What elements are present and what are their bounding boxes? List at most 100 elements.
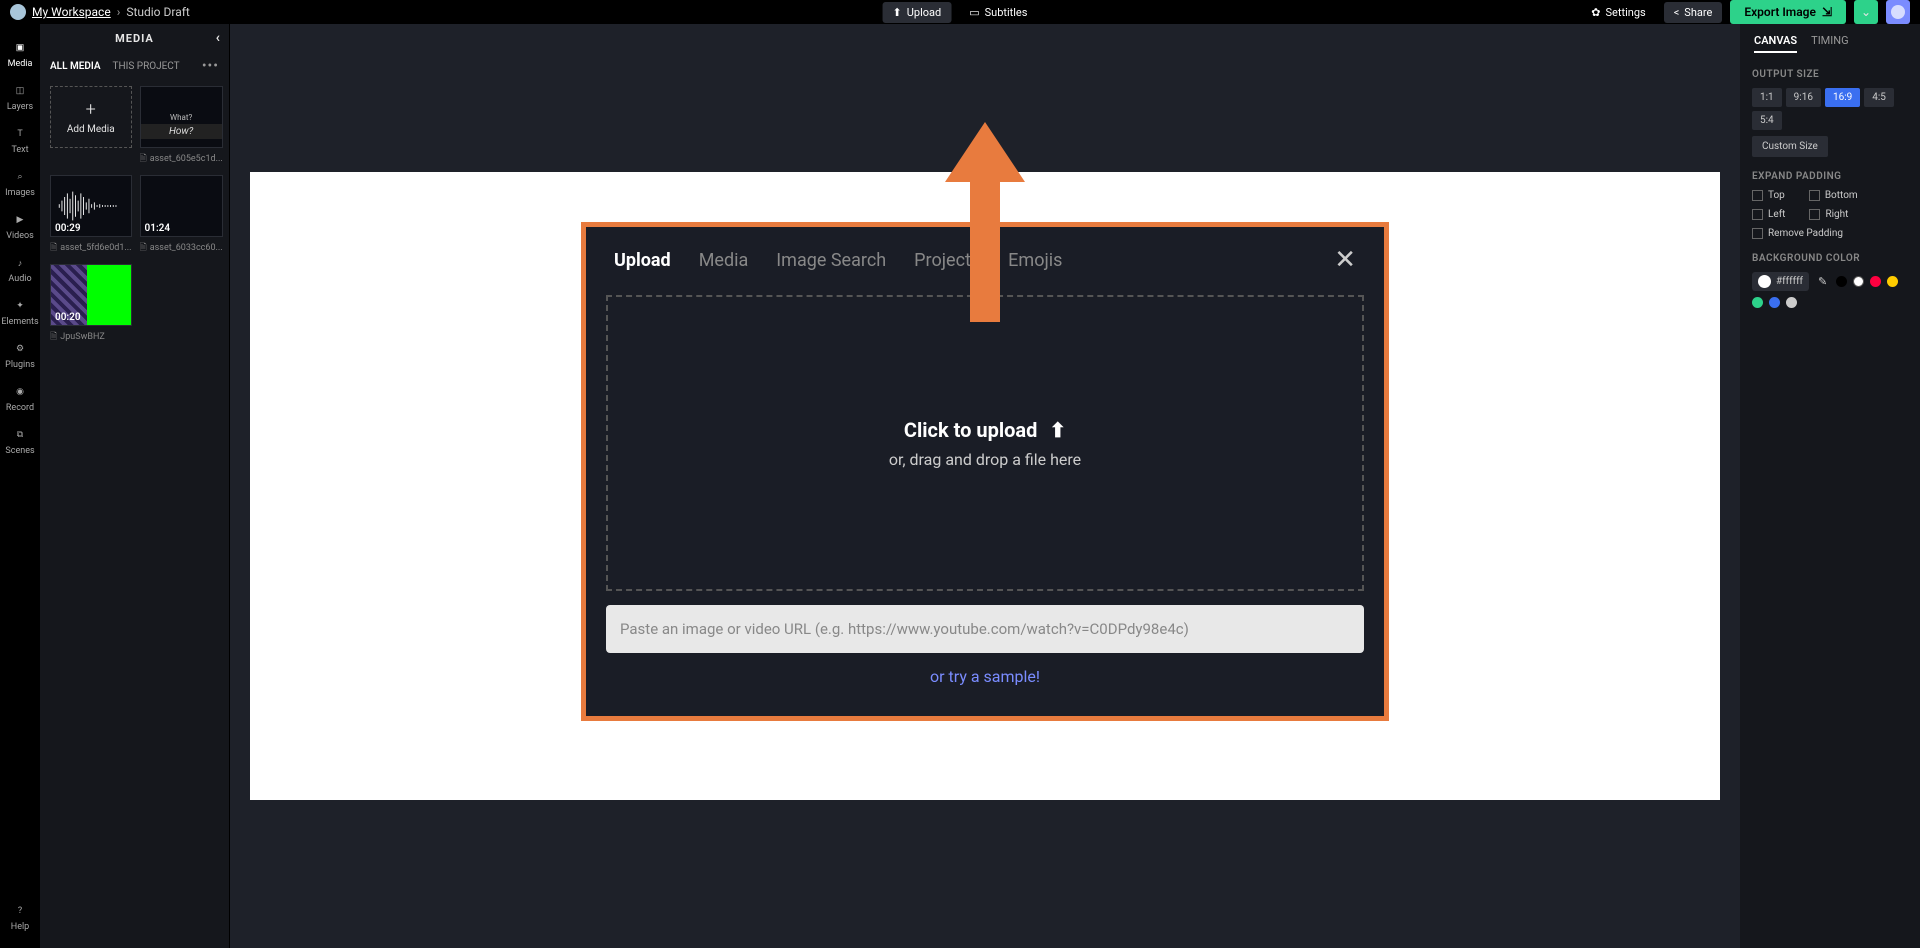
expand-padding-title: EXPAND PADDING xyxy=(1752,171,1908,182)
ratio-9-16[interactable]: 9:16 xyxy=(1786,88,1821,107)
url-input[interactable] xyxy=(606,605,1364,653)
color-swatch[interactable] xyxy=(1853,276,1864,287)
upload-button[interactable]: ⬆ Upload xyxy=(883,2,952,23)
media-tabs: ALL MEDIA THIS PROJECT ••• xyxy=(40,52,229,80)
color-swatch[interactable] xyxy=(1769,297,1780,308)
workspace-link[interactable]: My Workspace xyxy=(32,5,111,19)
thumb-time: 00:20 xyxy=(55,312,81,323)
right-panel: CANVAS TIMING OUTPUT SIZE 1:19:1616:94:5… xyxy=(1740,24,1920,948)
share-button[interactable]: < Share xyxy=(1664,2,1723,23)
more-icon[interactable]: ••• xyxy=(202,58,219,74)
ratio-row: 1:19:1616:94:5 5:4 xyxy=(1752,88,1908,130)
rail-videos[interactable]: ▶Videos xyxy=(0,206,40,247)
modal-tab-upload[interactable]: Upload xyxy=(614,250,671,271)
media-grid: + Add Media What? How? 🗎asset_605e5c1d..… xyxy=(40,80,229,351)
media-title: MEDIA xyxy=(115,32,154,45)
color-swatch[interactable] xyxy=(1786,297,1797,308)
modal-tab-image-search[interactable]: Image Search xyxy=(776,250,886,271)
tab-canvas[interactable]: CANVAS xyxy=(1754,34,1797,53)
videos-icon: ▶ xyxy=(12,212,28,228)
export-label: Export Image xyxy=(1744,5,1816,19)
record-icon: ◉ xyxy=(12,384,28,400)
rail-help[interactable]: ?Help xyxy=(0,897,40,938)
tab-this-project[interactable]: THIS PROJECT xyxy=(113,61,180,72)
upload-modal: Upload Media Image Search Projects Emoji… xyxy=(581,222,1389,721)
check-top[interactable]: Top xyxy=(1752,190,1785,201)
rail-layers-label: Layers xyxy=(7,102,33,112)
thumb-audio[interactable]: 00:29 xyxy=(50,175,132,237)
sample-link[interactable]: or try a sample! xyxy=(586,667,1384,716)
canvas-area: Upload Media Image Search Projects Emoji… xyxy=(230,24,1740,948)
tab-timing[interactable]: TIMING xyxy=(1811,34,1849,53)
media-asset: 00:29 🗎asset_5fd6e0d1... xyxy=(50,175,132,256)
plus-icon: + xyxy=(86,99,96,120)
check-bottom[interactable]: Bottom xyxy=(1809,190,1858,201)
rail-text[interactable]: TText xyxy=(0,120,40,161)
rail-audio-label: Audio xyxy=(8,274,31,284)
check-right[interactable]: Right xyxy=(1809,209,1848,220)
subtitles-button[interactable]: ▭ Subtitles xyxy=(959,2,1037,23)
file-icon: 🗎 xyxy=(50,240,57,256)
rail-record[interactable]: ◉Record xyxy=(0,378,40,419)
gear-icon: ✿ xyxy=(1591,6,1600,19)
media-icon: ▣ xyxy=(12,40,28,56)
close-icon[interactable]: ✕ xyxy=(1334,245,1356,275)
check-label: Left xyxy=(1768,209,1785,220)
modal-tab-emojis[interactable]: Emojis xyxy=(1008,250,1062,271)
rail-plugins-label: Plugins xyxy=(5,360,35,370)
rail-images-label: Images xyxy=(5,188,35,198)
rail-scenes-label: Scenes xyxy=(5,446,34,456)
rail-layers[interactable]: ◫Layers xyxy=(0,77,40,118)
ratio-5-4[interactable]: 5:4 xyxy=(1752,111,1782,130)
color-swatch-icon xyxy=(1758,275,1771,288)
subtitles-label: Subtitles xyxy=(985,6,1028,19)
thumb-time: 00:29 xyxy=(55,223,81,234)
rail-images[interactable]: ⌕ Images xyxy=(0,163,40,204)
media-asset: 00:20 🗎JpuSwBHZ xyxy=(50,264,132,345)
rail-elements[interactable]: ✦Elements xyxy=(0,292,40,333)
rail-scenes[interactable]: ⧉Scenes xyxy=(0,421,40,462)
export-button[interactable]: Export Image ⇲ xyxy=(1730,0,1846,24)
asset-name-text: JpuSwBHZ xyxy=(60,332,105,342)
ratio-4-5[interactable]: 4:5 xyxy=(1864,88,1894,107)
tab-all-media[interactable]: ALL MEDIA xyxy=(50,61,101,72)
check-remove-padding[interactable]: Remove Padding xyxy=(1752,228,1908,239)
settings-button[interactable]: ✿ Settings xyxy=(1581,2,1655,23)
rail-plugins[interactable]: ⚙Plugins xyxy=(0,335,40,376)
modal-tab-media[interactable]: Media xyxy=(699,250,749,271)
add-media-button[interactable]: + Add Media xyxy=(50,86,132,148)
color-swatch[interactable] xyxy=(1870,276,1881,287)
canvas[interactable]: Upload Media Image Search Projects Emoji… xyxy=(250,172,1720,800)
upload-icon: ⬆ xyxy=(1049,418,1066,442)
ratio-16-9[interactable]: 16:9 xyxy=(1825,88,1860,107)
color-input[interactable]: #ffffff xyxy=(1752,272,1809,291)
thumb-green[interactable]: 00:20 xyxy=(50,264,132,326)
images-icon: ⌕ xyxy=(12,169,28,185)
file-icon: 🗎 xyxy=(140,240,147,256)
thumb-video[interactable]: 01:24 xyxy=(140,175,223,237)
rail-media-label: Media xyxy=(8,59,33,69)
color-swatch[interactable] xyxy=(1887,276,1898,287)
color-swatch[interactable] xyxy=(1836,276,1847,287)
export-dropdown[interactable]: ⌄ xyxy=(1854,0,1878,24)
custom-size-button[interactable]: Custom Size xyxy=(1752,136,1828,157)
check-row: Left Right xyxy=(1752,209,1908,220)
thumb-whathow[interactable]: What? How? xyxy=(140,86,223,148)
dropzone[interactable]: Click to upload ⬆ or, drag and drop a fi… xyxy=(606,295,1364,591)
waveform-icon xyxy=(51,188,131,224)
rail-media[interactable]: ▣ Media xyxy=(0,34,40,75)
ratio-1-1[interactable]: 1:1 xyxy=(1752,88,1782,107)
collapse-icon[interactable]: ‹ xyxy=(216,30,221,46)
avatar[interactable] xyxy=(1886,0,1910,24)
eyedropper-icon[interactable]: ✎ xyxy=(1815,272,1830,291)
check-left[interactable]: Left xyxy=(1752,209,1785,220)
audio-icon: ♪ xyxy=(12,255,28,271)
color-swatch[interactable] xyxy=(1752,297,1763,308)
check-label: Right xyxy=(1825,209,1848,220)
modal-tab-projects[interactable]: Projects xyxy=(914,250,980,271)
asset-name-text: asset_5fd6e0d1... xyxy=(60,243,131,253)
draft-name[interactable]: Studio Draft xyxy=(126,5,190,19)
share-icon: < xyxy=(1674,6,1680,19)
rail-audio[interactable]: ♪ Audio xyxy=(0,249,40,290)
file-icon: 🗎 xyxy=(50,329,57,345)
